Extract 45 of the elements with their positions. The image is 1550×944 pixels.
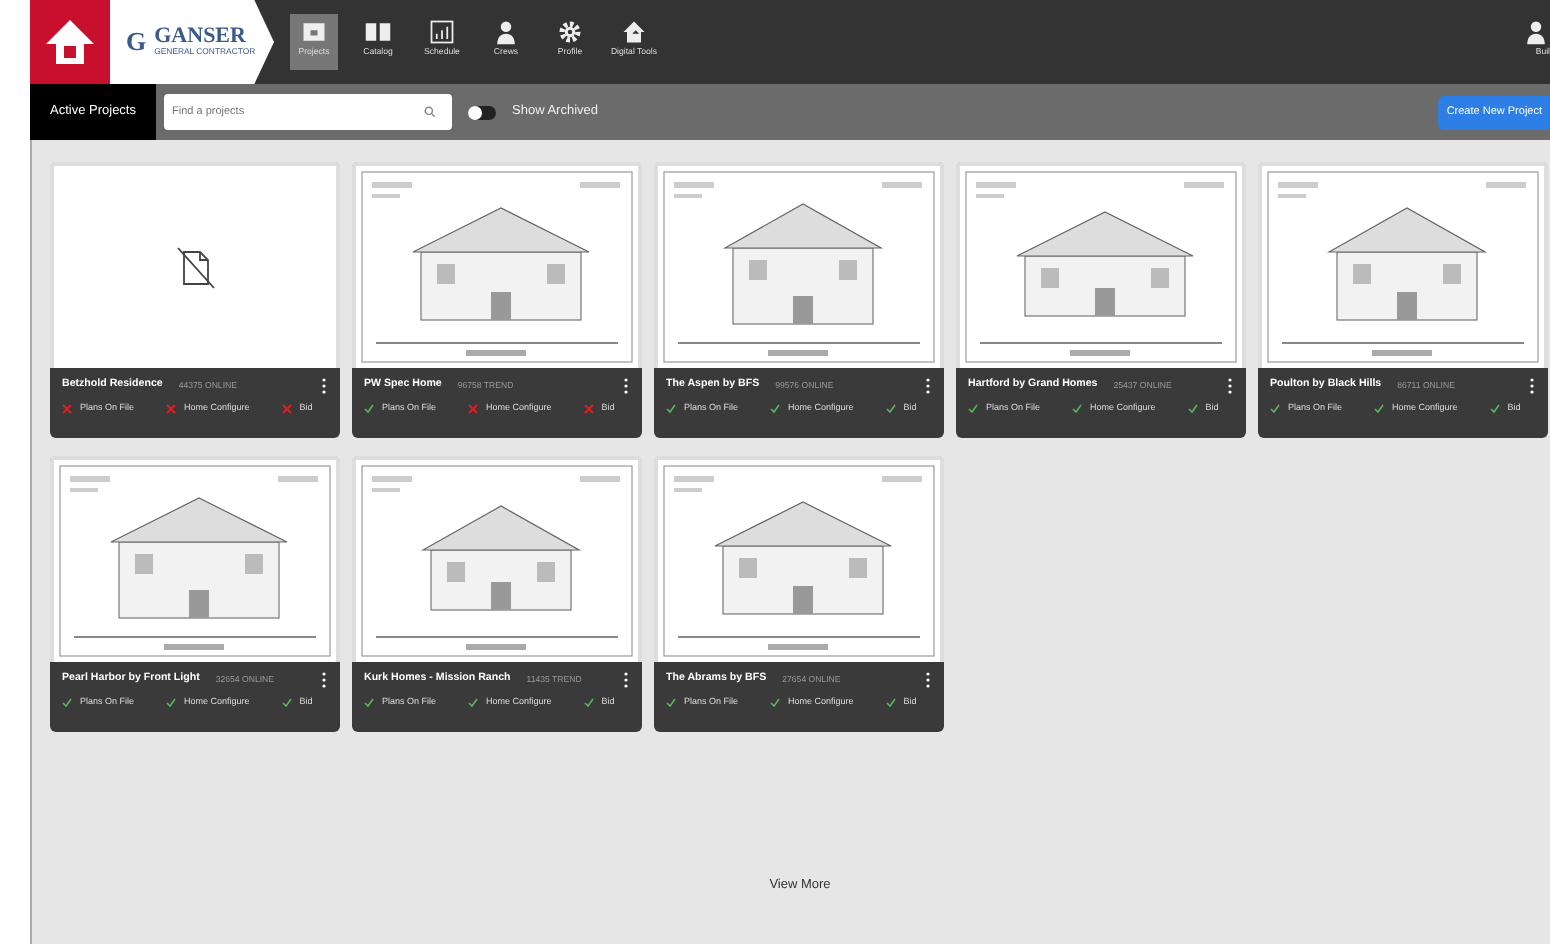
check-icon	[885, 403, 896, 414]
more-options-icon[interactable]	[924, 378, 932, 394]
check-icon	[583, 697, 594, 708]
logo-name: GANSER	[154, 26, 246, 49]
check-icon	[1270, 403, 1280, 414]
cross-icon	[468, 403, 479, 414]
house-icon	[620, 18, 648, 46]
check-icon	[364, 697, 374, 708]
toggle-switch[interactable]	[468, 105, 496, 119]
check-icon	[364, 403, 374, 414]
more-options-icon[interactable]	[924, 672, 932, 688]
check-icon	[666, 697, 676, 708]
person-icon	[1522, 18, 1550, 46]
check-icon	[1489, 403, 1500, 414]
more-options-icon[interactable]	[622, 672, 630, 688]
calendar-icon	[428, 18, 456, 46]
cross-icon	[62, 403, 72, 414]
book-icon	[364, 18, 392, 46]
more-options-icon[interactable]	[320, 672, 328, 688]
more-options-icon[interactable]	[1528, 378, 1536, 394]
cross-icon	[166, 403, 177, 414]
logo-initial: G	[126, 24, 147, 61]
person-icon	[492, 18, 520, 46]
check-icon	[770, 403, 781, 414]
more-options-icon[interactable]	[320, 378, 328, 394]
home-logo[interactable]	[30, 0, 110, 84]
folder-icon	[300, 18, 328, 46]
more-options-icon[interactable]	[1226, 378, 1234, 394]
check-icon	[281, 697, 292, 708]
check-icon	[968, 403, 978, 414]
check-icon	[468, 697, 479, 708]
cross-icon	[583, 403, 594, 414]
check-icon	[1187, 403, 1198, 414]
check-icon	[885, 697, 896, 708]
check-icon	[1072, 403, 1083, 414]
broken-image-icon	[175, 245, 215, 289]
check-icon	[1374, 403, 1385, 414]
gear-icon	[556, 18, 584, 46]
more-options-icon[interactable]	[622, 378, 630, 394]
check-icon	[166, 697, 177, 708]
cross-icon	[281, 403, 292, 414]
search-icon	[424, 106, 436, 118]
check-icon	[62, 697, 72, 708]
check-icon	[770, 697, 781, 708]
check-icon	[666, 403, 676, 414]
